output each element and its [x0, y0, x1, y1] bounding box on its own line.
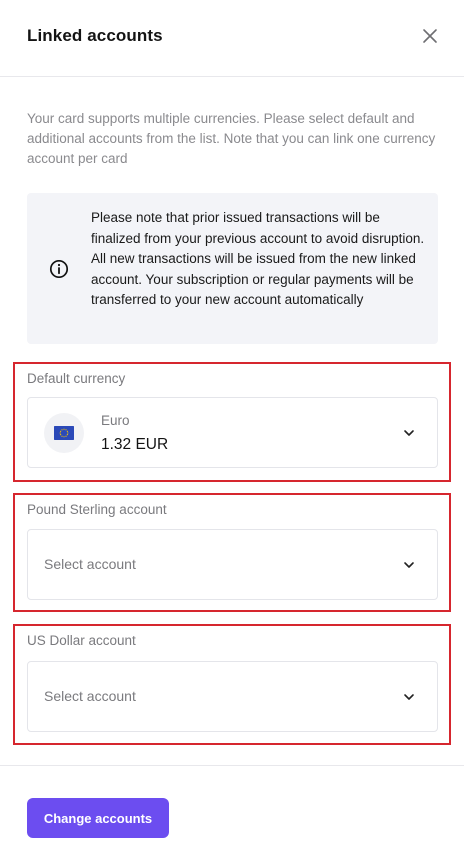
chevron-down-icon: [404, 562, 414, 568]
eu-flag-icon: [54, 426, 74, 440]
intro-text: Your card supports multiple currencies. …: [27, 111, 436, 166]
notice-box: Please note that prior issued transactio…: [27, 193, 438, 344]
gbp-select-placeholder: Select account: [44, 556, 136, 572]
usd-account-section: US Dollar account Select account: [13, 624, 451, 745]
default-currency-select[interactable]: Euro 1.32 EUR: [27, 397, 438, 468]
close-button[interactable]: [420, 26, 440, 46]
currency-avatar: [44, 413, 84, 453]
notice-text: Please note that prior issued transactio…: [91, 210, 425, 307]
default-currency-label: Default currency: [27, 371, 126, 386]
gbp-account-select[interactable]: Select account: [27, 529, 438, 600]
gbp-account-label: Pound Sterling account: [27, 502, 167, 517]
usd-select-placeholder: Select account: [44, 688, 136, 704]
default-currency-section: Default currency Euro 1.32 EUR: [13, 362, 451, 482]
chevron-down-icon: [404, 694, 414, 700]
gbp-account-section: Pound Sterling account Select account: [13, 493, 451, 612]
usd-account-label: US Dollar account: [27, 633, 136, 648]
currency-balance: 1.32 EUR: [101, 436, 169, 453]
dialog-header: Linked accounts: [0, 0, 464, 77]
close-icon: [423, 29, 437, 43]
footer-divider: [0, 765, 464, 766]
usd-account-select[interactable]: Select account: [27, 661, 438, 732]
chevron-down-icon: [404, 430, 414, 436]
dialog-title: Linked accounts: [27, 26, 163, 45]
currency-name: Euro: [101, 413, 130, 428]
info-icon: [49, 259, 69, 279]
change-accounts-button[interactable]: Change accounts: [27, 798, 169, 838]
